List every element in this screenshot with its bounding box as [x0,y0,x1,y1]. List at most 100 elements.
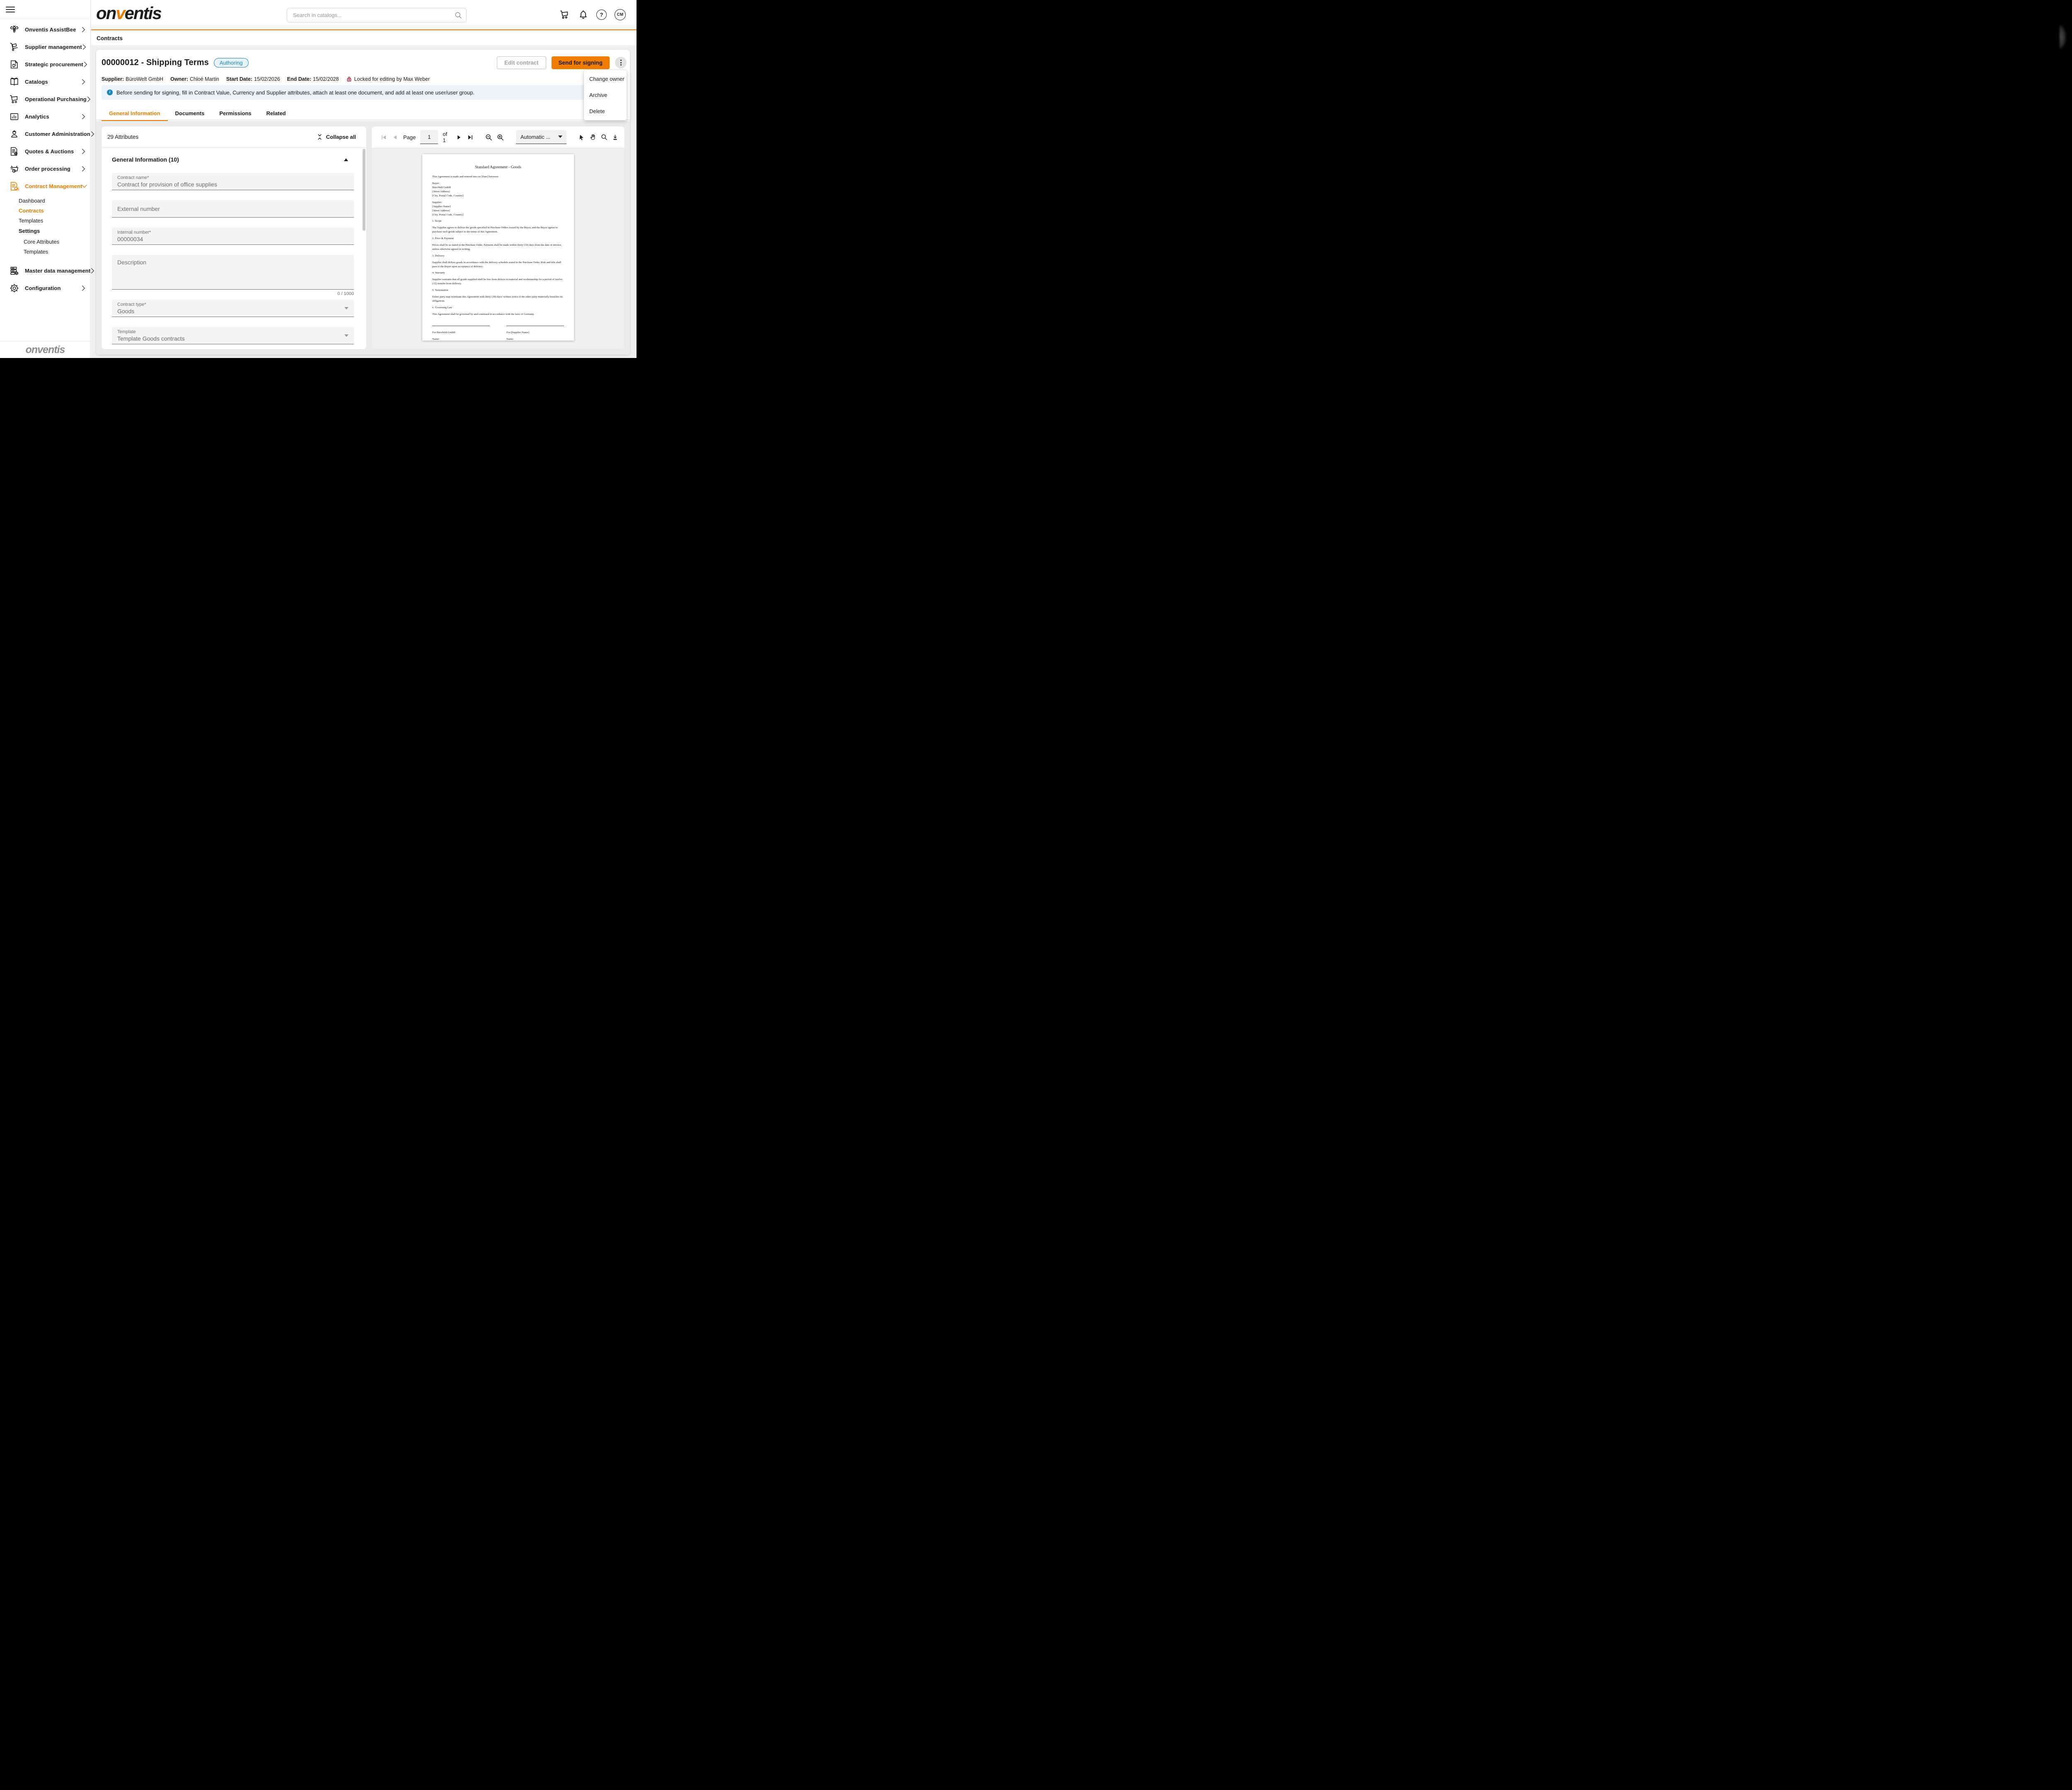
sidebar-item-master-data-management[interactable]: Master data management [0,262,90,279]
sidebar-item-strategic-procurement[interactable]: Strategic procurement [0,56,90,73]
more-actions-button[interactable] [615,57,627,68]
bell-icon[interactable] [578,10,588,20]
pdf-paragraph: Supplier shall deliver goods in accordan… [432,261,564,269]
submenu-item-dashboard[interactable]: Dashboard [0,196,90,206]
submenu-item-contracts[interactable]: Contracts [0,206,90,215]
help-icon[interactable]: ? [596,10,607,20]
owner-meta: Owner:Chloé Martin [170,76,219,82]
submenu-item-templates[interactable]: Templates [0,215,90,225]
contract-card: 00000012 - Shipping Terms Authoring Edit… [96,50,630,355]
menu-item-change-owner[interactable]: Change owner [584,71,627,87]
sidebar-item-analytics[interactable]: Analytics [0,108,90,125]
edge-artifact [2060,25,2066,49]
page-of-label: of 1 [443,131,451,143]
sidebar-item-customer-administration[interactable]: Customer Administration [0,125,90,143]
tab-related[interactable]: Related [259,106,293,120]
cart-icon[interactable] [559,10,570,20]
collapse-all-button[interactable]: Collapse all [317,134,356,140]
zoom-in-icon[interactable] [497,134,504,141]
hand-tool-icon[interactable] [590,134,596,141]
zoom-mode-select[interactable]: Automatic ... [516,130,567,144]
more-actions-menu: Change owner Archive Delete [584,70,627,120]
sidebar-item-label: Master data management [25,268,90,274]
internal-number-field[interactable]: Internal number* 00000034 [112,227,354,245]
sidebar-item-assistbee[interactable]: Onventis AssistBee [0,21,90,38]
sidebar-item-quotes-auctions[interactable]: Quotes & Auctions [0,143,90,160]
pdf-paragraph: Supplier warrants that all goods supplie… [432,278,564,286]
info-icon: i [107,90,113,95]
chevron-right-icon [82,44,87,50]
chevron-right-icon [90,131,95,137]
search-input[interactable] [293,12,455,18]
pdf-heading: 5. Termination [432,288,564,293]
page-title: 00000012 - Shipping Terms [102,58,209,68]
app-window: Onventis AssistBee Supplier management S… [0,0,637,358]
pdf-signature-block: For BüroWelt GmbH Name: Title: Date: For… [432,326,564,341]
search-document-icon[interactable] [601,134,608,141]
sidebar-item-catalogs[interactable]: Catalogs [0,73,90,90]
sidebar-item-label: Onventis AssistBee [25,27,81,33]
tab-permissions[interactable]: Permissions [212,106,259,120]
send-for-signing-button[interactable]: Send for signing [552,56,610,69]
sidebar-item-operational-purchasing[interactable]: Operational Purchasing [0,90,90,108]
external-number-field[interactable]: External number [112,200,354,218]
sidebar-footer-logo: onventis [0,342,90,358]
contract-name-field[interactable]: Contract name* Contract for provision of… [112,173,354,190]
pdf-heading: 6. Governing Law [432,306,564,310]
previous-page-icon[interactable] [392,134,399,141]
page-number-input[interactable] [420,130,438,144]
hamburger-menu-icon[interactable] [6,5,15,12]
catalog-search [287,8,467,22]
scrollbar-thumb[interactable] [363,149,366,231]
menu-item-delete[interactable]: Delete [584,103,627,119]
cursor-tool-icon[interactable] [579,134,585,141]
sidebar-item-supplier-management[interactable]: Supplier management [0,38,90,56]
sidebar-item-label: Configuration [25,285,81,291]
gear-icon [9,283,19,293]
next-page-icon[interactable] [456,134,462,141]
end-date-meta: End Date:15/02/2028 [287,76,339,82]
template-select[interactable]: Template Template Goods contracts [112,327,354,344]
sidebar-item-label: Strategic procurement [25,61,83,68]
sidebar-item-order-processing[interactable]: Order processing [0,160,90,177]
chevron-down-icon [82,183,87,189]
edit-contract-button[interactable]: Edit contract [497,56,546,69]
chevron-right-icon [81,79,86,85]
pdf-heading: 4. Warranty [432,271,564,275]
pdf-page: Standard Agreement - Goods This Agreemen… [422,154,574,341]
description-field[interactable]: Description [112,255,354,290]
submenu-item-core-attributes[interactable]: Core Attributes [0,237,90,247]
tab-documents[interactable]: Documents [168,106,212,120]
sidebar-item-contract-management[interactable]: § Contract Management [0,177,90,195]
sidebar-item-label: Supplier management [25,44,82,50]
sidebar-item-label: Analytics [25,114,81,120]
zoom-out-icon[interactable] [485,134,492,141]
pdf-viewer: Standard Agreement - Goods This Agreemen… [372,148,625,349]
contract-title-row: 00000012 - Shipping Terms Authoring Edit… [102,56,627,70]
onventis-logo[interactable]: onventis [96,3,161,23]
pdf-paragraph: The Supplier agrees to deliver the goods… [432,226,564,234]
sidebar-item-label: Customer Administration [25,131,90,137]
tab-general-information[interactable]: General Information [102,106,168,120]
description-counter: 0 / 1000 [112,291,354,296]
submenu-item-settings-templates[interactable]: Templates [0,247,90,256]
pdf-paragraph: This Agreement shall be governed by and … [432,312,564,317]
download-icon[interactable] [612,134,619,141]
contract-type-select[interactable]: Contract type* Goods [112,300,354,317]
section-general-information[interactable]: General Information (10) [112,156,354,163]
topbar-icons: ? CM [559,9,626,20]
pdf-paragraph: Prices shall be as stated in the Purchas… [432,243,564,252]
sidebar-item-configuration[interactable]: Configuration [0,279,90,297]
user-avatar[interactable]: CM [615,9,626,20]
pdf-preview-panel: Page of 1 [372,126,625,349]
submenu-item-settings[interactable]: Settings [0,225,90,237]
attributes-form: General Information (10) Contract name* … [102,148,366,349]
last-page-icon[interactable] [467,134,474,141]
chevron-right-icon [81,285,86,291]
breadcrumb[interactable]: Contracts [97,35,123,41]
bee-icon [9,24,19,35]
menu-item-archive[interactable]: Archive [584,87,627,103]
sidebar-item-label: Contract Management [25,183,82,189]
search-icon[interactable] [455,12,462,19]
first-page-icon[interactable] [381,134,387,141]
